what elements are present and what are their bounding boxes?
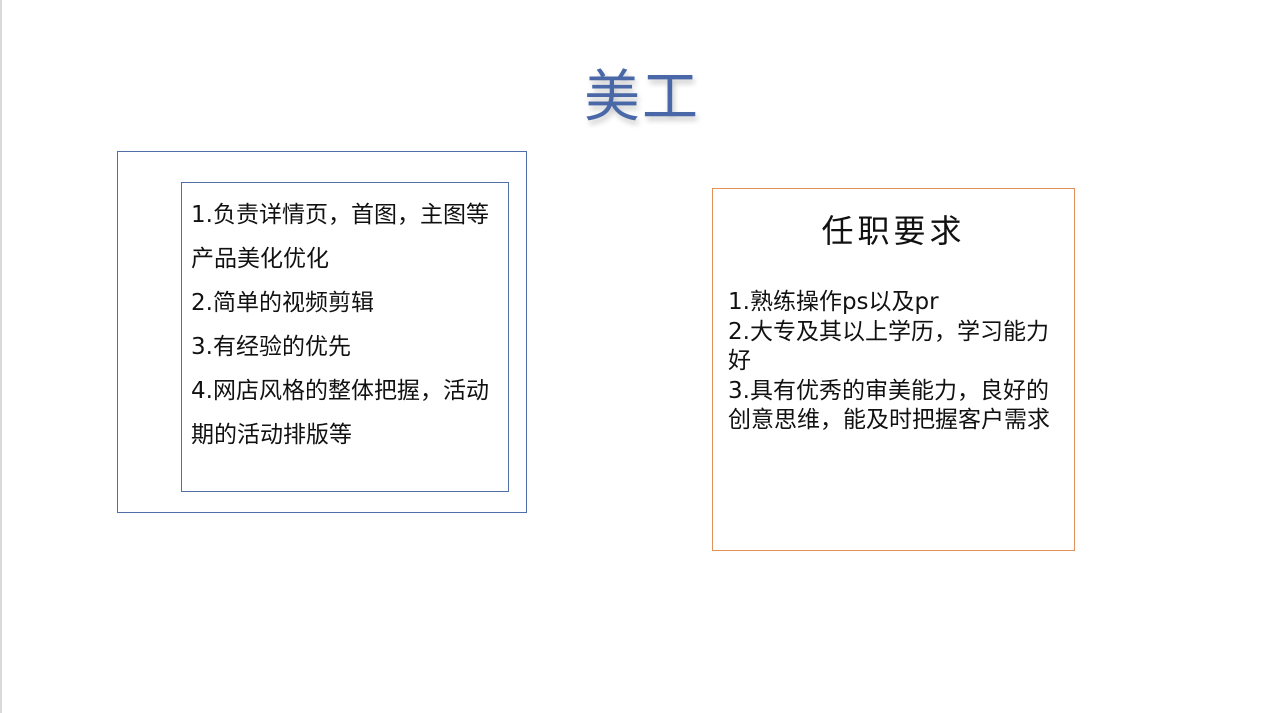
slide: 美工 1.负责详情页，首图，主图等 产品美化优化 2.简单的视频剪辑 3.有经验… [0, 0, 1274, 713]
duty-item: 2.简单的视频剪辑 [191, 290, 374, 316]
requirement-item: 2.大专及其以上学历，学习能力好 [728, 318, 1049, 375]
requirement-item: 1.熟练操作ps以及pr [728, 289, 939, 315]
requirement-item: 3.具有优秀的审美能力，良好的创意思维，能及时把握客户需求 [728, 377, 1050, 434]
duty-item: 4.网店风格的整体把握，活动期的活动排版等 [191, 378, 489, 448]
requirements-list: 1.熟练操作ps以及pr 2.大专及其以上学历，学习能力好 3.具有优秀的审美能… [728, 288, 1060, 436]
duty-item: 产品美化优化 [191, 246, 329, 272]
duty-item: 3.有经验的优先 [191, 334, 351, 360]
slide-title: 美工 [584, 65, 700, 130]
duties-list: 1.负责详情页，首图，主图等 产品美化优化 2.简单的视频剪辑 3.有经验的优先… [191, 193, 491, 457]
requirements-heading: 任职要求 [821, 212, 966, 250]
duty-item: 1.负责详情页，首图，主图等 [191, 202, 489, 228]
